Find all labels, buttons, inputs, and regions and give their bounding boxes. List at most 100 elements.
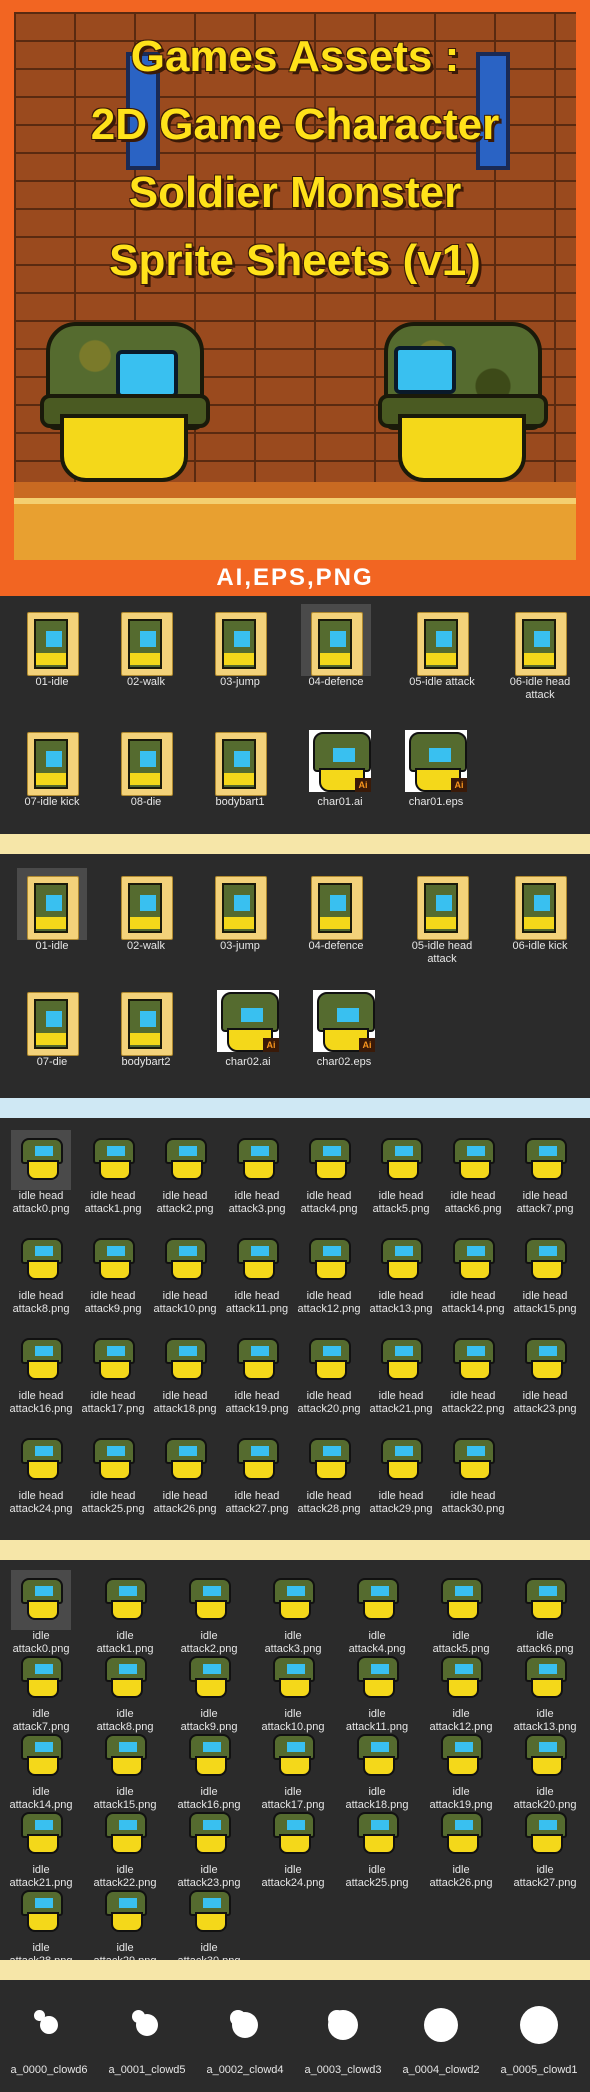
sprite-file-item[interactable]: idle attack19.png	[426, 1726, 496, 1812]
sprite-file-item[interactable]: idle head attack4.png	[294, 1130, 364, 1216]
sprite-file-item[interactable]: idle attack29.png	[90, 1882, 160, 1968]
folder-item[interactable]: 07-idle kick	[8, 724, 96, 809]
sprite-file-item[interactable]: idle attack4.png	[342, 1570, 412, 1656]
sprite-file-item[interactable]: idle head attack12.png	[294, 1230, 364, 1316]
sprite-file-item[interactable]: idle head attack9.png	[78, 1230, 148, 1316]
folder-item[interactable]: 06-idle kick	[496, 868, 584, 953]
cloud-file-item[interactable]: a_0004_clowd2	[396, 1986, 486, 2077]
sprite-file-item[interactable]: idle head attack20.png	[294, 1330, 364, 1416]
sprite-file-item[interactable]: idle attack10.png	[258, 1648, 328, 1734]
sprite-file-item[interactable]: idle attack24.png	[258, 1804, 328, 1890]
cloud-file-item[interactable]: a_0003_clowd3	[298, 1986, 388, 2077]
sprite-file-item[interactable]: idle head attack7.png	[510, 1130, 580, 1216]
cloud-file-item[interactable]: a_0002_clowd4	[200, 1986, 290, 2077]
sprite-file-item[interactable]: idle head attack16.png	[6, 1330, 76, 1416]
sprite-thumbnail-icon	[179, 1804, 239, 1864]
sprite-file-item[interactable]: idle head attack28.png	[294, 1430, 364, 1516]
folder-item[interactable]: 07-die	[8, 984, 96, 1069]
sprite-file-item[interactable]: idle attack3.png	[258, 1570, 328, 1656]
sprite-file-item[interactable]: idle attack13.png	[510, 1648, 580, 1734]
sprite-file-item[interactable]: idle head attack3.png	[222, 1130, 292, 1216]
sprite-file-item[interactable]: idle head attack26.png	[150, 1430, 220, 1516]
ai-file-item[interactable]: Ai char01.ai	[296, 724, 384, 809]
folder-item[interactable]: 05-idle head attack	[398, 868, 486, 966]
sprite-file-item[interactable]: idle head attack5.png	[366, 1130, 436, 1216]
ai-file-item[interactable]: Ai char02.ai	[204, 984, 292, 1069]
sprite-file-item[interactable]: idle attack26.png	[426, 1804, 496, 1890]
sprite-file-item[interactable]: idle attack16.png	[174, 1726, 244, 1812]
sprite-thumbnail-icon	[263, 1726, 323, 1786]
file-label: idle head attack6.png	[444, 1190, 502, 1215]
sprite-file-item[interactable]: idle head attack15.png	[510, 1230, 580, 1316]
sprite-file-item[interactable]: idle head attack10.png	[150, 1230, 220, 1316]
cloud-file-item[interactable]: a_0005_clowd1	[494, 1986, 584, 2077]
sprite-file-item[interactable]: idle head attack30.png	[438, 1430, 508, 1516]
folder-item[interactable]: 02-walk	[102, 868, 190, 953]
sprite-file-item[interactable]: idle attack20.png	[510, 1726, 580, 1812]
folder-item[interactable]: 04-defence	[292, 868, 380, 953]
folder-item[interactable]: bodybart1	[196, 724, 284, 809]
folder-item[interactable]: 03-jump	[196, 604, 284, 689]
sprite-file-item[interactable]: idle attack8.png	[90, 1648, 160, 1734]
sprite-file-item[interactable]: idle attack5.png	[426, 1570, 496, 1656]
file-label: a_0000_clowd6	[10, 2064, 88, 2076]
sprite-file-item[interactable]: idle attack2.png	[174, 1570, 244, 1656]
sprite-file-item[interactable]: idle attack27.png	[510, 1804, 580, 1890]
sprite-file-item[interactable]: idle head attack13.png	[366, 1230, 436, 1316]
sprite-file-item[interactable]: idle attack18.png	[342, 1726, 412, 1812]
folder-item[interactable]: 01-idle	[8, 604, 96, 689]
ai-file-item[interactable]: Ai char01.eps	[392, 724, 480, 809]
cloud-file-item[interactable]: a_0001_clowd5	[102, 1986, 192, 2077]
ai-file-item[interactable]: Ai char02.eps	[300, 984, 388, 1069]
sprite-thumbnail-icon	[299, 1130, 359, 1190]
folder-item[interactable]: 05-idle attack	[398, 604, 486, 689]
sprite-file-item[interactable]: idle head attack18.png	[150, 1330, 220, 1416]
folder-item[interactable]: 08-die	[102, 724, 190, 809]
folder-item[interactable]: 02-walk	[102, 604, 190, 689]
file-label: a_0005_clowd1	[500, 2064, 578, 2076]
folder-item[interactable]: 04-defence	[292, 604, 380, 689]
sprite-file-item[interactable]: idle head attack25.png	[78, 1430, 148, 1516]
sprite-thumbnail-icon	[515, 1230, 575, 1290]
sprite-file-item[interactable]: idle attack11.png	[342, 1648, 412, 1734]
sprite-file-item[interactable]: idle attack14.png	[6, 1726, 76, 1812]
sprite-file-item[interactable]: idle head attack6.png	[438, 1130, 508, 1216]
sprite-file-item[interactable]: idle attack23.png	[174, 1804, 244, 1890]
sprite-file-item[interactable]: idle attack25.png	[342, 1804, 412, 1890]
sprite-file-item[interactable]: idle head attack2.png	[150, 1130, 220, 1216]
sprite-file-item[interactable]: idle attack21.png	[6, 1804, 76, 1890]
folder-item[interactable]: 01-idle	[8, 868, 96, 953]
sprite-file-item[interactable]: idle attack30.png	[174, 1882, 244, 1968]
sprite-file-item[interactable]: idle head attack19.png	[222, 1330, 292, 1416]
sprite-file-item[interactable]: idle attack9.png	[174, 1648, 244, 1734]
sprite-thumbnail-icon	[371, 1230, 431, 1290]
sprite-file-item[interactable]: idle attack17.png	[258, 1726, 328, 1812]
sprite-file-item[interactable]: idle head attack14.png	[438, 1230, 508, 1316]
sprite-file-item[interactable]: idle attack12.png	[426, 1648, 496, 1734]
sprite-file-item[interactable]: idle head attack11.png	[222, 1230, 292, 1316]
cloud-file-item[interactable]: a_0000_clowd6	[4, 1986, 94, 2077]
sprite-file-item[interactable]: idle head attack22.png	[438, 1330, 508, 1416]
sprite-thumbnail-icon	[431, 1804, 491, 1864]
sprite-file-item[interactable]: idle head attack17.png	[78, 1330, 148, 1416]
sprite-file-item[interactable]: idle attack15.png	[90, 1726, 160, 1812]
sprite-file-item[interactable]: idle head attack23.png	[510, 1330, 580, 1416]
folder-item[interactable]: 03-jump	[196, 868, 284, 953]
sprite-file-item[interactable]: idle attack6.png	[510, 1570, 580, 1656]
divider-strip-2	[0, 1098, 590, 1118]
sprite-file-item[interactable]: idle head attack27.png	[222, 1430, 292, 1516]
folder-item[interactable]: 06-idle head attack	[496, 604, 584, 702]
sprite-file-item[interactable]: idle attack0.png	[6, 1570, 76, 1656]
sprite-file-item[interactable]: idle attack1.png	[90, 1570, 160, 1656]
folder-icon	[407, 868, 477, 940]
sprite-file-item[interactable]: idle head attack24.png	[6, 1430, 76, 1516]
sprite-file-item[interactable]: idle attack7.png	[6, 1648, 76, 1734]
sprite-file-item[interactable]: idle head attack29.png	[366, 1430, 436, 1516]
sprite-file-item[interactable]: idle head attack8.png	[6, 1230, 76, 1316]
sprite-file-item[interactable]: idle head attack21.png	[366, 1330, 436, 1416]
sprite-file-item[interactable]: idle head attack1.png	[78, 1130, 148, 1216]
folder-item[interactable]: bodybart2	[102, 984, 190, 1069]
sprite-file-item[interactable]: idle attack22.png	[90, 1804, 160, 1890]
sprite-file-item[interactable]: idle attack28.png	[6, 1882, 76, 1968]
sprite-file-item[interactable]: idle head attack0.png	[6, 1130, 76, 1216]
